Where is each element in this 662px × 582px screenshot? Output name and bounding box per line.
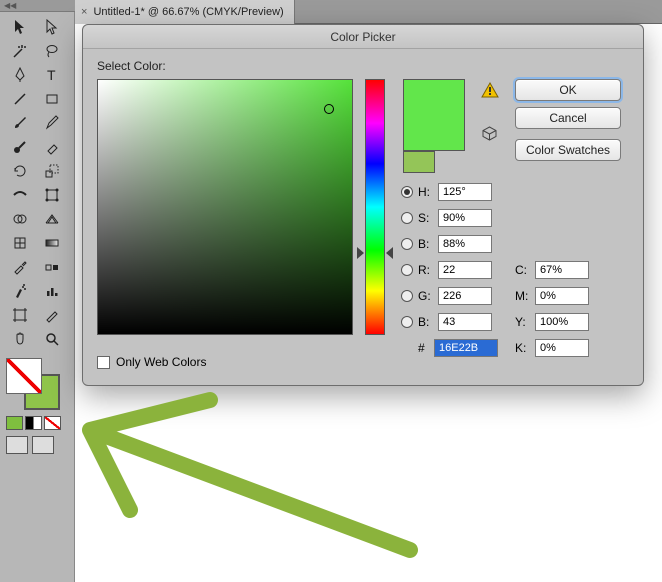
color-fields: H: S: B: R: G: bbox=[401, 179, 498, 361]
slice-tool[interactable] bbox=[38, 304, 66, 326]
color-mode-gradient[interactable] bbox=[25, 416, 42, 430]
width-tool[interactable] bbox=[6, 184, 34, 206]
direct-selection-tool[interactable] bbox=[38, 16, 66, 38]
brush-tool[interactable] bbox=[6, 112, 34, 134]
graph-tool[interactable] bbox=[38, 280, 66, 302]
shape-builder-tool[interactable] bbox=[6, 208, 34, 230]
select-color-label: Select Color: bbox=[97, 59, 166, 73]
selection-tool[interactable] bbox=[6, 16, 34, 38]
free-transform-tool[interactable] bbox=[38, 184, 66, 206]
bri-radio[interactable] bbox=[401, 238, 413, 250]
s-input[interactable] bbox=[438, 209, 492, 227]
g-input[interactable] bbox=[438, 287, 492, 305]
symbol-sprayer-tool[interactable] bbox=[6, 280, 34, 302]
hand-tool[interactable] bbox=[6, 328, 34, 350]
type-tool[interactable]: T bbox=[38, 64, 66, 86]
r-input[interactable] bbox=[438, 261, 492, 279]
panel-collapse-handle[interactable]: ◀◀ bbox=[0, 0, 75, 12]
hue-slider[interactable] bbox=[365, 79, 385, 335]
mesh-tool[interactable] bbox=[6, 232, 34, 254]
cmyk-fields: C: M: Y: K: bbox=[515, 257, 589, 361]
tool-grid: T bbox=[0, 12, 74, 354]
color-mode-solid[interactable] bbox=[6, 416, 23, 430]
gradient-tool[interactable] bbox=[38, 232, 66, 254]
screen-mode-row bbox=[6, 436, 68, 454]
c-input[interactable] bbox=[535, 261, 589, 279]
r-label: R: bbox=[418, 263, 438, 277]
line-tool[interactable] bbox=[6, 88, 34, 110]
eyedropper-tool[interactable] bbox=[6, 256, 34, 278]
r-radio[interactable] bbox=[401, 264, 413, 276]
artboard-tool[interactable] bbox=[6, 304, 34, 326]
magic-wand-tool[interactable] bbox=[6, 40, 34, 62]
y-input[interactable] bbox=[535, 313, 589, 331]
current-color-preview[interactable] bbox=[403, 151, 435, 173]
web-safe-warning-icon[interactable] bbox=[482, 126, 497, 141]
document-tab-title: Untitled-1* @ 66.67% (CMYK/Preview) bbox=[93, 6, 283, 18]
perspective-grid-tool[interactable] bbox=[38, 208, 66, 230]
blend-tool[interactable] bbox=[38, 256, 66, 278]
g-label: G: bbox=[418, 289, 438, 303]
dialog-title: Color Picker bbox=[83, 25, 643, 49]
color-mode-none[interactable] bbox=[44, 416, 61, 430]
saturation-value-field[interactable] bbox=[97, 79, 353, 335]
web-colors-label: Only Web Colors bbox=[116, 355, 206, 369]
svg-text:T: T bbox=[47, 67, 56, 83]
bri-label: B: bbox=[418, 237, 438, 251]
document-tab-bar: × Untitled-1* @ 66.67% (CMYK/Preview) bbox=[75, 0, 662, 24]
g-radio[interactable] bbox=[401, 290, 413, 302]
rectangle-tool[interactable] bbox=[38, 88, 66, 110]
color-mode-row bbox=[6, 416, 68, 430]
fill-color-swatch[interactable] bbox=[6, 358, 42, 394]
eraser-tool[interactable] bbox=[38, 136, 66, 158]
cancel-button[interactable]: Cancel bbox=[515, 107, 621, 129]
screen-mode-normal[interactable] bbox=[6, 436, 28, 454]
tools-panel: ◀◀ T bbox=[0, 0, 75, 582]
zoom-tool[interactable] bbox=[38, 328, 66, 350]
k-input[interactable] bbox=[535, 339, 589, 357]
h-label: H: bbox=[418, 185, 438, 199]
lasso-tool[interactable] bbox=[38, 40, 66, 62]
y-label: Y: bbox=[515, 315, 535, 329]
k-label: K: bbox=[515, 341, 535, 355]
screen-mode-full[interactable] bbox=[32, 436, 54, 454]
rotate-tool[interactable] bbox=[6, 160, 34, 182]
close-tab-icon[interactable]: × bbox=[81, 6, 87, 18]
document-tab[interactable]: × Untitled-1* @ 66.67% (CMYK/Preview) bbox=[75, 0, 295, 24]
scale-tool[interactable] bbox=[38, 160, 66, 182]
blob-brush-tool[interactable] bbox=[6, 136, 34, 158]
color-swatches-button[interactable]: Color Swatches bbox=[515, 139, 621, 161]
gamut-warning-icon[interactable] bbox=[481, 82, 499, 98]
new-color-preview bbox=[403, 79, 465, 151]
m-input[interactable] bbox=[535, 287, 589, 305]
b-label: B: bbox=[418, 315, 438, 329]
fill-stroke-swatches[interactable] bbox=[6, 358, 62, 412]
hex-label: # bbox=[418, 341, 434, 355]
b-radio[interactable] bbox=[401, 316, 413, 328]
annotation-arrow-icon bbox=[70, 370, 430, 570]
web-colors-checkbox[interactable] bbox=[97, 356, 110, 369]
hex-input[interactable] bbox=[434, 339, 498, 357]
bri-input[interactable] bbox=[438, 235, 492, 253]
color-picker-dialog: Color Picker Select Color: OK Cancel Col… bbox=[82, 24, 644, 386]
web-colors-row: Only Web Colors bbox=[97, 355, 206, 369]
m-label: M: bbox=[515, 289, 535, 303]
s-radio[interactable] bbox=[401, 212, 413, 224]
pencil-tool[interactable] bbox=[38, 112, 66, 134]
ok-button[interactable]: OK bbox=[515, 79, 621, 101]
h-input[interactable] bbox=[438, 183, 492, 201]
c-label: C: bbox=[515, 263, 535, 277]
h-radio[interactable] bbox=[401, 186, 413, 198]
s-label: S: bbox=[418, 211, 438, 225]
sv-marker-icon bbox=[324, 104, 334, 114]
pen-tool[interactable] bbox=[6, 64, 34, 86]
b-input[interactable] bbox=[438, 313, 492, 331]
